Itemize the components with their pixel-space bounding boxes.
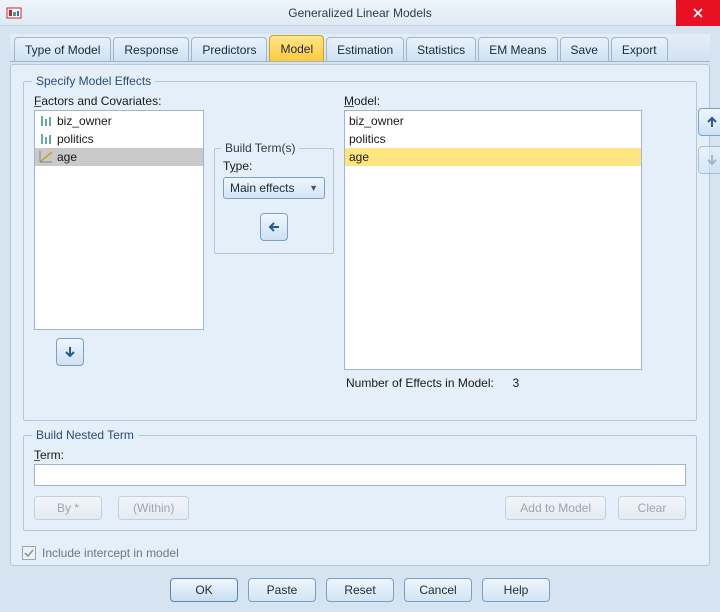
paste-button[interactable]: Paste	[248, 578, 316, 602]
list-item-label: politics	[57, 132, 94, 146]
include-intercept-checkbox[interactable]	[22, 546, 36, 560]
group-build-nested-term: Build Nested Term Term: By * (Within) Ad…	[23, 435, 697, 531]
tab-save[interactable]: Save	[560, 37, 609, 61]
factors-label: Factors and Covariates:	[34, 94, 204, 108]
add-term-button[interactable]	[260, 213, 288, 241]
tab-strip: Type of Model Response Predictors Model …	[10, 34, 710, 62]
categorical-icon	[39, 114, 53, 128]
tab-model[interactable]: Model	[269, 35, 324, 61]
group-build-terms: Build Term(s) Type: Main effects ▼	[214, 148, 334, 254]
within-button[interactable]: (Within)	[118, 496, 189, 520]
include-intercept-label: Include intercept in model	[42, 546, 179, 560]
categorical-icon	[39, 132, 53, 146]
type-label: Type:	[223, 159, 325, 173]
effects-count-label: Number of Effects in Model:	[346, 376, 494, 390]
window-title: Generalized Linear Models	[0, 6, 720, 20]
add-to-model-button[interactable]: Add to Model	[505, 496, 606, 520]
arrow-up-icon	[705, 115, 719, 129]
list-item[interactable]: politics	[345, 130, 641, 148]
type-dropdown[interactable]: Main effects ▼	[223, 177, 325, 199]
type-value: Main effects	[230, 181, 294, 195]
list-item[interactable]: biz_owner	[345, 112, 641, 130]
group-specify-model-effects: Specify Model Effects Factors and Covari…	[23, 81, 697, 421]
factors-listbox[interactable]: biz_owner politics age	[34, 110, 204, 330]
move-down-button[interactable]	[56, 338, 84, 366]
model-move-down-button[interactable]	[698, 146, 720, 174]
arrow-down-icon	[63, 345, 77, 359]
model-label: Model:	[344, 94, 642, 108]
tab-export[interactable]: Export	[611, 37, 668, 61]
model-move-up-button[interactable]	[698, 108, 720, 136]
model-listbox[interactable]: biz_owner politics age	[344, 110, 642, 370]
help-button[interactable]: Help	[482, 578, 550, 602]
list-item[interactable]: age	[345, 148, 641, 166]
tab-statistics[interactable]: Statistics	[406, 37, 476, 61]
list-item[interactable]: age	[35, 148, 203, 166]
reset-button[interactable]: Reset	[326, 578, 394, 602]
include-intercept-row: Include intercept in model	[22, 546, 179, 560]
close-button[interactable]	[676, 0, 720, 26]
arrow-left-icon	[267, 220, 281, 234]
group-legend: Specify Model Effects	[32, 74, 155, 88]
arrow-down-icon	[705, 153, 719, 167]
tab-response[interactable]: Response	[113, 37, 189, 61]
list-item-label: age	[57, 150, 77, 164]
clear-button[interactable]: Clear	[618, 496, 686, 520]
build-terms-legend: Build Term(s)	[221, 141, 299, 155]
cancel-button[interactable]: Cancel	[404, 578, 472, 602]
term-input[interactable]	[34, 464, 686, 486]
content-panel: Specify Model Effects Factors and Covari…	[10, 64, 710, 566]
chevron-down-icon: ▼	[309, 183, 318, 193]
check-icon	[24, 548, 34, 558]
list-item[interactable]: politics	[35, 130, 203, 148]
list-item-label: biz_owner	[57, 114, 112, 128]
tab-estimation[interactable]: Estimation	[326, 37, 404, 61]
list-item-label: age	[349, 150, 369, 164]
ok-button[interactable]: OK	[170, 578, 238, 602]
app-icon	[6, 5, 22, 21]
effects-count-value: 3	[513, 376, 520, 390]
list-item-label: biz_owner	[349, 114, 404, 128]
close-icon	[692, 7, 704, 19]
nested-legend: Build Nested Term	[32, 428, 138, 442]
dialog-button-row: OK Paste Reset Cancel Help	[0, 578, 720, 602]
by-button[interactable]: By *	[34, 496, 102, 520]
tab-type-of-model[interactable]: Type of Model	[14, 37, 111, 61]
tab-predictors[interactable]: Predictors	[191, 37, 267, 61]
scale-icon	[39, 150, 53, 164]
term-label: Term:	[34, 448, 686, 462]
list-item[interactable]: biz_owner	[35, 112, 203, 130]
tab-em-means[interactable]: EM Means	[478, 37, 557, 61]
title-bar: Generalized Linear Models	[0, 0, 720, 26]
list-item-label: politics	[349, 132, 386, 146]
